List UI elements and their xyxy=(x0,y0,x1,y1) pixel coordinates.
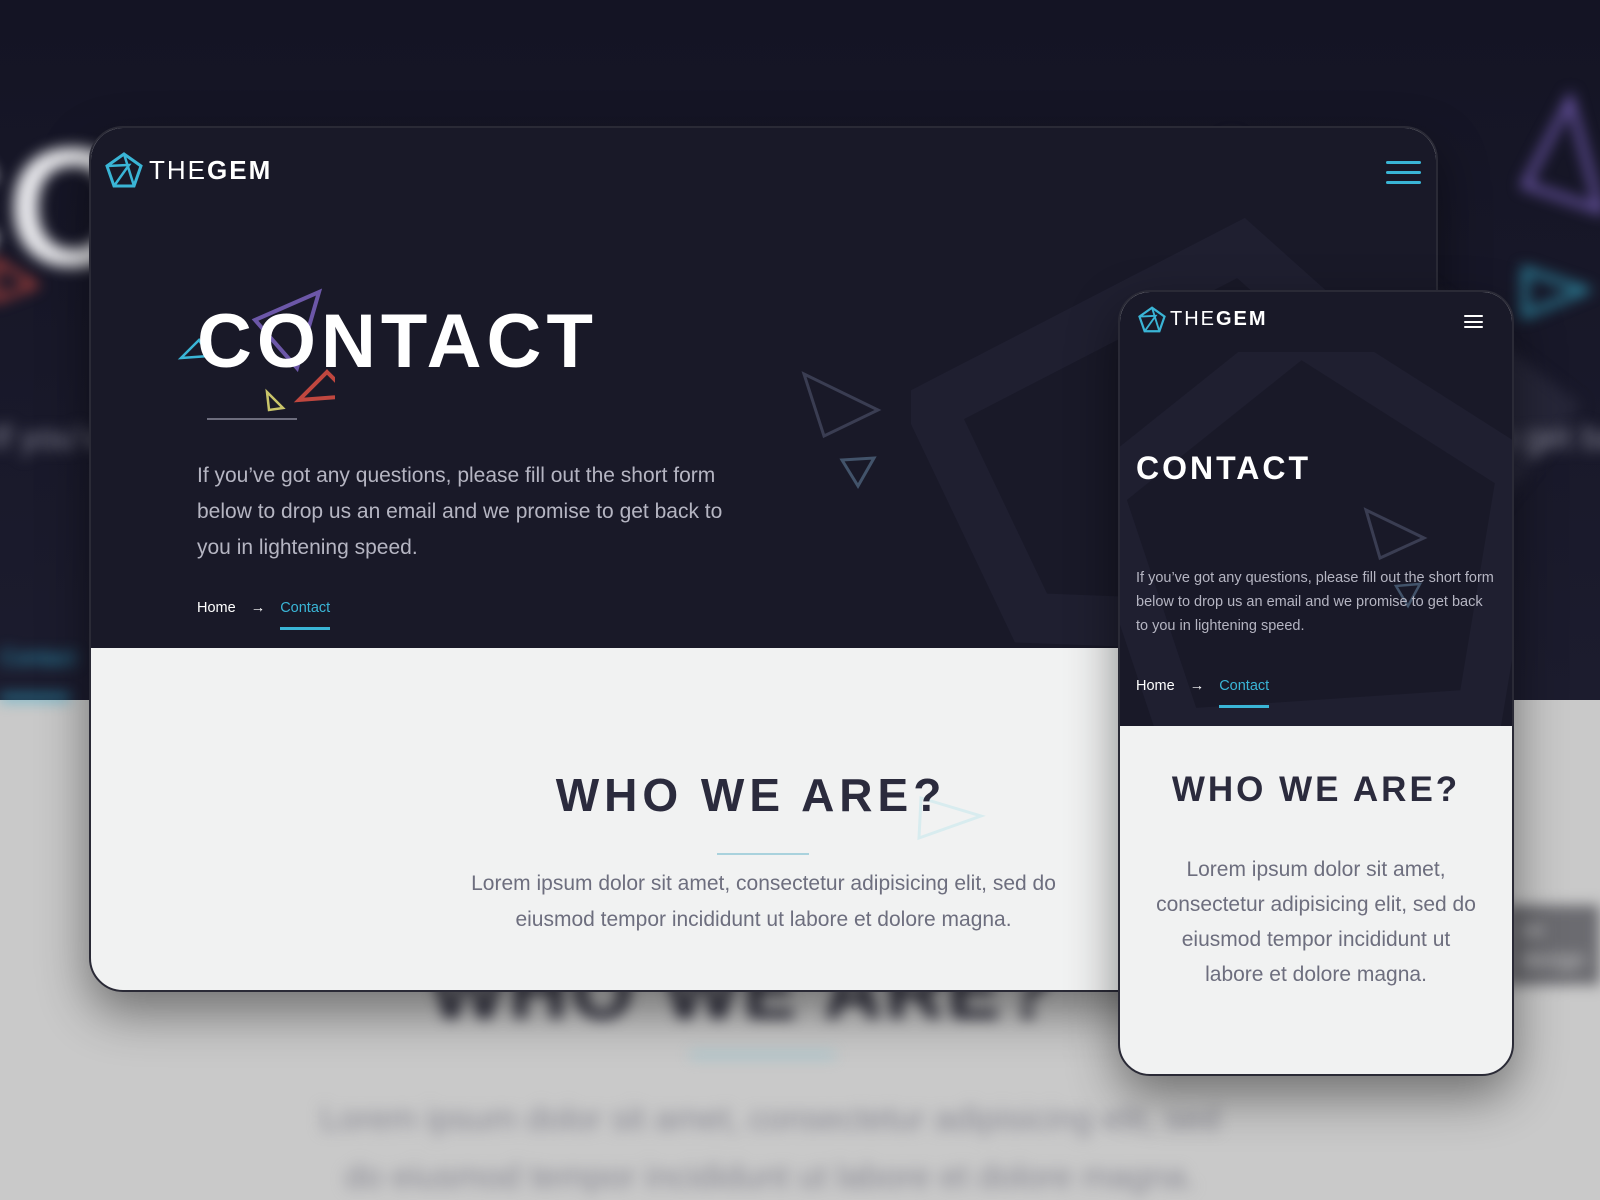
triangle-outline-icon xyxy=(801,371,882,489)
background-body: Lorem ipsum dolor sit amet, consectetur … xyxy=(320,1100,1220,1196)
breadcrumb: Home → Contact xyxy=(1136,678,1269,708)
triangle-icon xyxy=(0,260,41,301)
breadcrumb-home-link[interactable]: Home xyxy=(1136,678,1175,694)
site-logo[interactable]: THEGEM xyxy=(105,152,272,188)
site-logo[interactable]: THEGEM xyxy=(1138,306,1268,333)
heading-underline xyxy=(717,853,809,855)
gem-pentagon-icon xyxy=(105,152,143,188)
breadcrumb-current[interactable]: Contact xyxy=(280,600,330,630)
arrow-right-icon: → xyxy=(1189,678,1205,694)
page-title: CONTACT xyxy=(1136,450,1312,486)
triangle-icon xyxy=(1522,265,1594,320)
breadcrumb-current[interactable]: Contact xyxy=(1219,678,1269,708)
section-body: Lorem ipsum dolor sit amet, consectetur … xyxy=(471,872,1056,931)
breadcrumb-home-link[interactable]: Home xyxy=(197,600,236,616)
background-side-card: ve designementum xyxy=(1505,905,1600,985)
hamburger-menu-icon[interactable] xyxy=(1464,315,1483,328)
intro-text: If you’ve got any questions, please fill… xyxy=(197,464,723,559)
background-crumb: Contact xyxy=(0,645,76,670)
intro-text: If you’ve got any questions, please fill… xyxy=(1136,570,1494,634)
logo-text: THEGEM xyxy=(149,154,273,185)
gem-pentagon-icon xyxy=(1138,306,1166,333)
section-body: Lorem ipsum dolor sit amet, consectetur … xyxy=(1156,858,1476,986)
background-pentagon-shape xyxy=(1120,352,1512,726)
mobile-preview: THEGEM CONTACT If you’ve got any questio… xyxy=(1118,290,1514,1076)
mobile-hero-section: THEGEM CONTACT If you’ve got any questio… xyxy=(1120,292,1512,726)
breadcrumb: Home → Contact xyxy=(197,600,330,630)
arrow-right-icon: → xyxy=(250,600,266,616)
triangle-icon xyxy=(1519,90,1600,214)
title-underline xyxy=(207,418,297,420)
section-heading: WHO WE ARE? xyxy=(1171,770,1461,809)
logo-text: THEGEM xyxy=(1170,308,1268,330)
page-title: CONTACT xyxy=(197,299,598,384)
hamburger-menu-icon[interactable] xyxy=(1386,161,1421,184)
